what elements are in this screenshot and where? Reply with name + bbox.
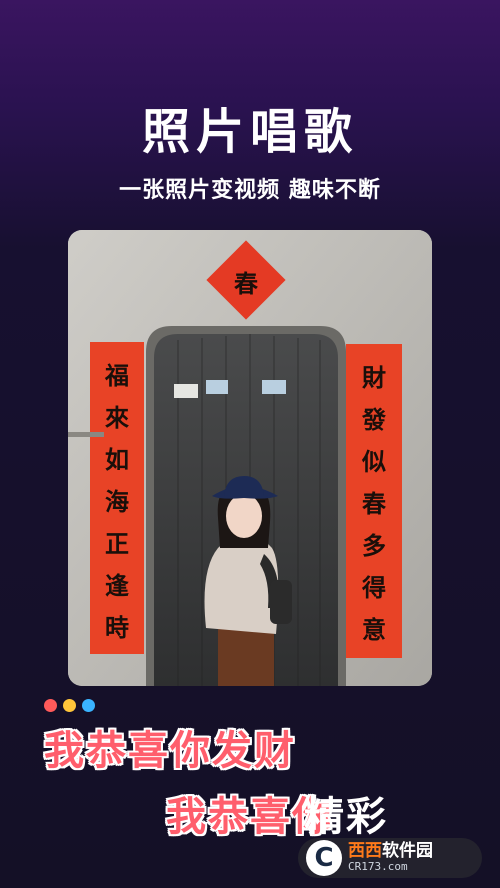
svg-text:意: 意 <box>362 615 386 644</box>
svg-text:似: 似 <box>361 447 386 476</box>
site-watermark: C 西西软件园 CR173.com <box>298 838 482 878</box>
page-subtitle: 一张照片变视频 趣味不断 <box>119 178 381 203</box>
left-couplet: 福 來 如 海 正 逢 時 <box>90 342 144 654</box>
svg-text:春: 春 <box>362 489 386 518</box>
svg-text:得: 得 <box>361 573 386 602</box>
svg-text:來: 來 <box>105 403 129 432</box>
svg-text:海: 海 <box>105 487 129 516</box>
red-dot-icon <box>44 699 57 712</box>
watermark-url: CR173.com <box>348 860 408 874</box>
lyric-line-2-tail: 精彩 <box>304 794 388 840</box>
yellow-dot-icon <box>63 699 76 712</box>
svg-text:春: 春 <box>234 269 258 298</box>
photo-scene: 春 福 來 如 海 正 逢 時 財 發 似 春 多 得 意 <box>68 230 432 686</box>
right-couplet: 財 發 似 春 多 得 意 <box>346 344 402 658</box>
photo-preview[interactable]: 春 福 來 如 海 正 逢 時 財 發 似 春 多 得 意 <box>68 230 432 686</box>
lyric-line-1: 我恭喜你发财 <box>44 728 296 774</box>
window-dots <box>44 699 95 712</box>
watermark-brand-white: 软件园 <box>382 841 433 862</box>
svg-text:正: 正 <box>105 529 129 558</box>
svg-text:多: 多 <box>362 531 386 560</box>
svg-text:如: 如 <box>105 445 129 474</box>
blue-dot-icon <box>82 699 95 712</box>
watermark-brand-orange: 西西 <box>348 841 382 862</box>
svg-text:財: 財 <box>362 363 386 392</box>
svg-text:福: 福 <box>104 361 129 390</box>
watermark-logo-icon: C <box>306 840 342 876</box>
page-title: 照片唱歌 <box>141 104 358 160</box>
svg-text:逢: 逢 <box>105 571 129 600</box>
svg-text:時: 時 <box>105 613 129 642</box>
svg-text:發: 發 <box>361 405 386 434</box>
